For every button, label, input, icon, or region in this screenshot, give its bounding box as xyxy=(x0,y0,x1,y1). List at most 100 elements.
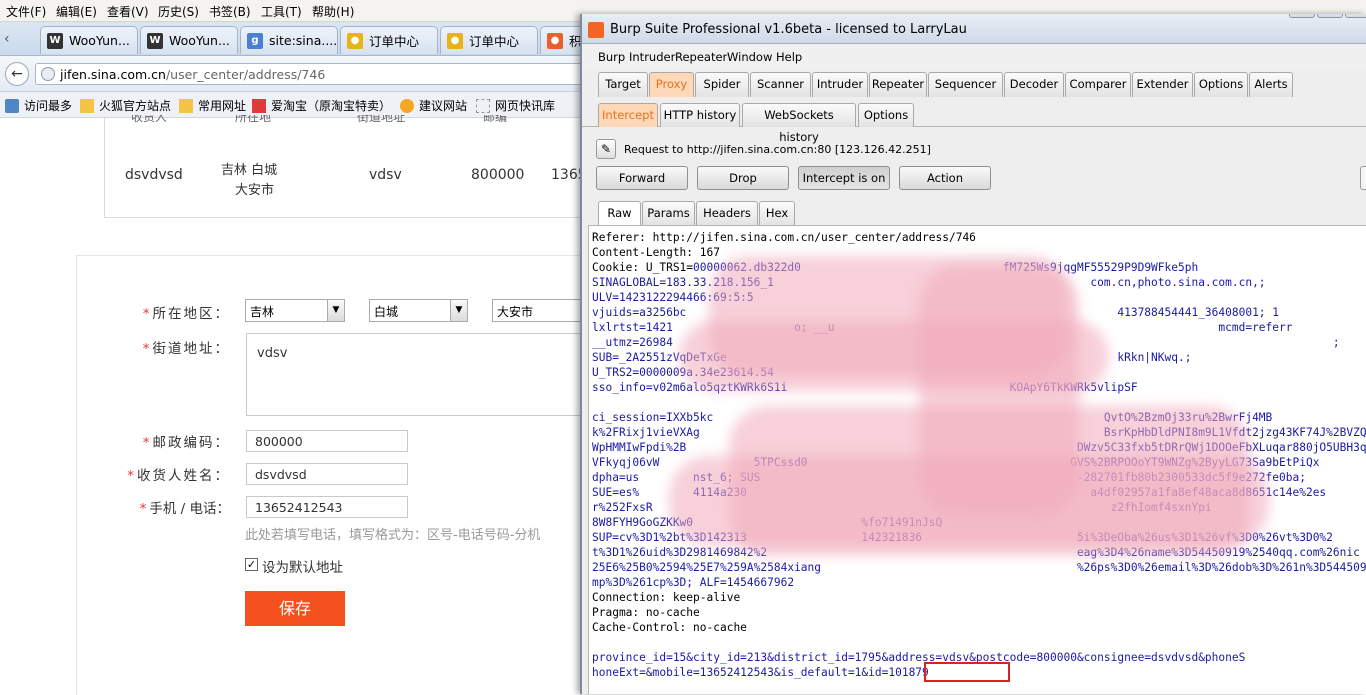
province-select[interactable]: 吉林 ▼ xyxy=(245,299,345,322)
burp-menu-repeater[interactable]: Repeater xyxy=(675,50,727,64)
bookmark-most-visited[interactable]: 访问最多 xyxy=(5,97,72,114)
slice-icon xyxy=(476,98,490,113)
bookmark-aitaobao[interactable]: 爱淘宝（原淘宝特卖） xyxy=(252,97,391,114)
wooyun-icon: W xyxy=(47,32,63,49)
menu-edit[interactable]: 编辑(E) xyxy=(56,3,97,20)
bookmark-label: 访问最多 xyxy=(24,99,73,113)
back-button[interactable]: ← xyxy=(5,62,29,86)
phone-input[interactable]: 13652412543 xyxy=(246,496,408,518)
burp-menu-intruder[interactable]: Intruder xyxy=(629,50,675,64)
burp-menu-burp[interactable]: Burp xyxy=(598,50,625,64)
tab-order-center-2[interactable]: ● 订单中心 xyxy=(440,26,538,54)
tab-wooyun-2[interactable]: W WooYun... xyxy=(140,26,238,54)
wooyun-icon: W xyxy=(147,32,163,49)
raw-line-value: honeExt=&mobile=13652412543&is_default=1… xyxy=(592,666,929,679)
tab-alerts[interactable]: Alerts xyxy=(1249,72,1293,97)
menu-bookmarks[interactable]: 书签(B) xyxy=(209,3,251,20)
tab-sequencer[interactable]: Sequencer xyxy=(928,72,1003,97)
tab-extender[interactable]: Extender xyxy=(1132,72,1193,97)
tab-proxy[interactable]: Proxy xyxy=(649,72,694,97)
action-button[interactable]: Action xyxy=(899,166,991,190)
burp-main-tabs: Target Proxy Spider Scanner Intruder Rep… xyxy=(582,69,1366,97)
street-label: * 街道地址： xyxy=(142,341,230,357)
tab-options[interactable]: Options xyxy=(1194,72,1248,97)
intercept-toggle-button[interactable]: Intercept is on xyxy=(798,166,890,190)
tab-decoder[interactable]: Decoder xyxy=(1004,72,1064,97)
raw-line-key: Cache-Control: no-cache xyxy=(592,621,747,634)
tab-spider[interactable]: Spider xyxy=(695,72,749,97)
menu-view[interactable]: 查看(V) xyxy=(107,3,149,20)
tab-google-search[interactable]: g site:sina.... xyxy=(240,26,338,54)
save-button[interactable]: 保存 xyxy=(245,591,345,626)
district-value: 大安市 xyxy=(497,305,534,319)
district-select[interactable]: 大安市 xyxy=(492,299,580,322)
tab-scroll-left-icon[interactable]: ‹ xyxy=(4,31,10,47)
street-textarea[interactable]: vdsv xyxy=(246,333,586,416)
chevron-down-icon: ▼ xyxy=(450,300,467,321)
tab-comparer[interactable]: Comparer xyxy=(1065,72,1131,97)
taobao-icon xyxy=(252,98,266,113)
phone-label: * 手机 / 电话： xyxy=(139,501,230,517)
raw-request-editor[interactable]: Referer: http://jifen.sina.com.cn/user_c… xyxy=(588,225,1366,694)
tab-scanner[interactable]: Scanner xyxy=(750,72,811,97)
bookmark-firefox-official[interactable]: 火狐官方站点 xyxy=(80,97,171,114)
raw-line: mp%3D%261cp%3D; ALF=1454667962 xyxy=(592,575,794,590)
chevron-down-icon: ▼ xyxy=(327,300,344,321)
minimize-icon[interactable]: — xyxy=(1289,14,1315,18)
burp-menu-window[interactable]: Window xyxy=(727,50,772,64)
default-checkbox[interactable]: ✓ xyxy=(245,558,258,571)
menu-history[interactable]: 历史(S) xyxy=(158,3,199,20)
raw-line-key: Content-Length: 167 xyxy=(592,246,720,259)
tab-target[interactable]: Target xyxy=(598,72,648,97)
tab-repeater[interactable]: Repeater xyxy=(869,72,927,97)
address-region-line1: 吉林 白城 xyxy=(221,163,278,178)
saved-address-card: 收货人 所在地 街道地址 邮编 dsvdvsd 吉林 白城 大安市 vdsv 8… xyxy=(104,115,604,218)
id-param-highlight-box xyxy=(924,662,1010,682)
subtab-options[interactable]: Options xyxy=(858,103,914,127)
view-tab-raw[interactable]: Raw xyxy=(598,201,641,225)
view-tab-headers[interactable]: Headers xyxy=(696,201,758,225)
burp-window: Burp Suite Professional v1.6beta - licen… xyxy=(580,14,1366,694)
tab-intruder[interactable]: Intruder xyxy=(812,72,868,97)
raw-line: honeExt=&mobile=13652412543&is_default=1… xyxy=(592,665,929,680)
postcode-input[interactable]: 800000 xyxy=(246,430,408,452)
tab-label: 订单中心 xyxy=(369,34,420,49)
subtab-intercept[interactable]: Intercept xyxy=(598,103,658,127)
bookmark-common-sites[interactable]: 常用网址 xyxy=(179,97,246,114)
view-tab-hex[interactable]: Hex xyxy=(759,201,795,225)
raw-line: Referer: http://jifen.sina.com.cn/user_c… xyxy=(592,230,976,245)
bookmark-suggested[interactable]: 建议网站 xyxy=(400,97,467,114)
search-panel-handle[interactable] xyxy=(1360,166,1366,190)
tab-label: WooYun... xyxy=(69,33,130,48)
bookmark-web-slices[interactable]: 网页快讯库 xyxy=(476,97,555,114)
burp-menubar: Burp Intruder Repeater Window Help xyxy=(582,45,1366,69)
subtab-http-history[interactable]: HTTP history xyxy=(660,103,740,127)
raw-line-key: Pragma: no-cache xyxy=(592,606,700,619)
request-info: ✎ Request to http://jifen.sina.com.cn:80… xyxy=(596,139,931,159)
consignee-input[interactable]: dsvdvsd xyxy=(246,463,408,485)
edit-pencil-icon[interactable]: ✎ xyxy=(596,139,616,159)
raw-line-value: mp%3D%261cp%3D; ALF=1454667962 xyxy=(592,576,795,589)
request-info-text: Request to http://jifen.sina.com.cn:80 [… xyxy=(624,142,931,156)
subtab-websockets-history[interactable]: WebSockets history xyxy=(742,103,856,144)
view-tab-params[interactable]: Params xyxy=(642,201,695,225)
default-checkbox-label: 设为默认地址 xyxy=(262,560,343,576)
drop-button[interactable]: Drop xyxy=(697,166,789,190)
google-icon: g xyxy=(247,32,263,49)
phone-hint: 此处若填写电话，填写格式为：区号-电话号码-分机 xyxy=(245,528,541,543)
menu-help[interactable]: 帮助(H) xyxy=(312,3,354,20)
url-path: /user_center/address/746 xyxy=(165,67,326,82)
gear-icon xyxy=(5,98,19,113)
menu-file[interactable]: 文件(F) xyxy=(6,3,46,20)
maximize-icon[interactable]: □ xyxy=(1317,14,1343,18)
bookmark-label: 网页快讯库 xyxy=(495,99,556,113)
menu-tools[interactable]: 工具(T) xyxy=(261,3,302,20)
folder-icon xyxy=(80,98,94,113)
forward-button[interactable]: Forward xyxy=(596,166,688,190)
city-select[interactable]: 白城 ▼ xyxy=(369,299,468,322)
bookmark-label: 建议网站 xyxy=(419,99,468,113)
close-icon[interactable]: ✕ xyxy=(1345,14,1366,18)
tab-order-center-1[interactable]: ● 订单中心 xyxy=(340,26,438,54)
burp-menu-help[interactable]: Help xyxy=(776,50,802,64)
tab-wooyun-1[interactable]: W WooYun... xyxy=(40,26,138,54)
